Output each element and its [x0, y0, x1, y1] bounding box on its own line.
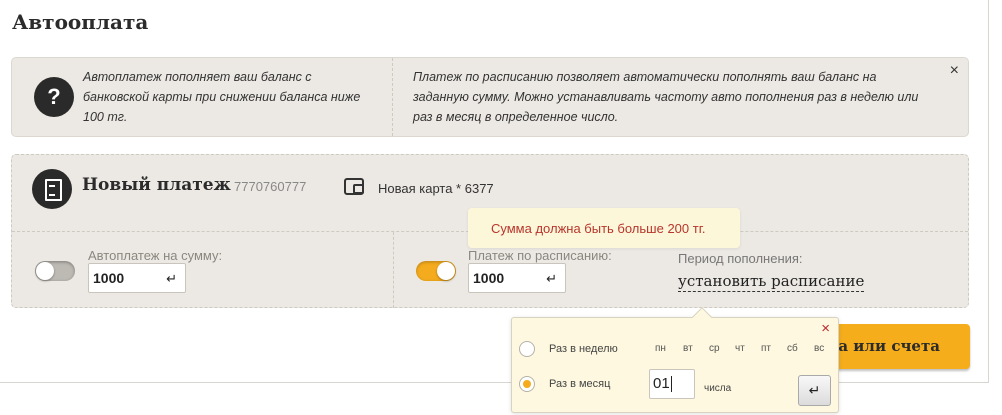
amount-error-tooltip: Сумма должна быть больше 200 тг. [468, 208, 740, 248]
text-caret [670, 376, 672, 393]
day-wed[interactable]: ср [709, 343, 720, 354]
info-close-icon[interactable]: × [950, 62, 959, 80]
scheduled-label: Платеж по расписанию: [468, 248, 612, 263]
day-sun[interactable]: вс [814, 343, 824, 354]
day-tue[interactable]: вт [683, 343, 693, 354]
enter-icon[interactable]: ↵ [166, 271, 177, 287]
top-up-button[interactable]: Пополнить с баланса или счета [820, 324, 970, 369]
toggle-knob [36, 262, 54, 280]
info-divider [392, 58, 393, 136]
scheduled-amount-value: 1000 [473, 270, 505, 286]
day-fri[interactable]: пт [761, 343, 771, 354]
wallet-icon [344, 178, 364, 195]
period-label: Период пополнения: [678, 251, 803, 266]
schedule-popup: × Раз в неделю пн вт ср чт пт сб вс Раз … [511, 307, 839, 413]
autopay-toggle[interactable] [35, 261, 75, 281]
autopay-description: Автоплатеж пополняет ваш баланс с банков… [83, 70, 361, 124]
page-title: Автооплата [12, 10, 149, 34]
autopay-amount-input[interactable]: 1000 ↵ [88, 263, 186, 293]
document-icon [32, 169, 72, 209]
error-message: Сумма должна быть больше 200 тг. [491, 221, 706, 236]
page-container: Автооплата ? Автоплатеж пополняет ваш ба… [0, 0, 989, 383]
schedule-description: Платеж по расписанию позволяет автоматич… [413, 70, 919, 124]
day-mon[interactable]: пн [655, 343, 666, 354]
toggle-knob [437, 262, 455, 280]
day-of-month-value: 01 [653, 375, 670, 392]
card-label[interactable]: Новая карта * 6377 [378, 181, 494, 196]
set-schedule-link[interactable]: установить расписание [678, 272, 865, 292]
day-sat[interactable]: сб [787, 343, 798, 354]
question-icon: ? [34, 77, 74, 117]
info-panel: ? Автоплатеж пополняет ваш баланс с банк… [11, 57, 969, 137]
autopay-amount-value: 1000 [93, 270, 125, 286]
popup-close-icon[interactable]: × [821, 320, 830, 337]
weekly-label[interactable]: Раз в неделю [549, 343, 618, 355]
monthly-label[interactable]: Раз в месяц [549, 378, 610, 390]
day-of-month-input[interactable]: 01 [649, 369, 695, 399]
account-number: 7770760777 [234, 179, 307, 194]
scheduled-amount-input[interactable]: 1000 ↵ [468, 263, 566, 293]
enter-icon[interactable]: ↵ [546, 271, 557, 287]
card-divider-vertical [393, 232, 394, 308]
weekly-radio[interactable] [519, 341, 535, 357]
confirm-schedule-button[interactable]: ↵ [798, 375, 831, 406]
day-thu[interactable]: чт [735, 343, 745, 354]
new-payment-title: Новый платеж [82, 175, 231, 195]
day-suffix-label: числа [704, 383, 732, 394]
monthly-radio[interactable] [519, 376, 535, 392]
autopay-label: Автоплатеж на сумму: [88, 248, 223, 263]
scheduled-toggle[interactable] [416, 261, 456, 281]
